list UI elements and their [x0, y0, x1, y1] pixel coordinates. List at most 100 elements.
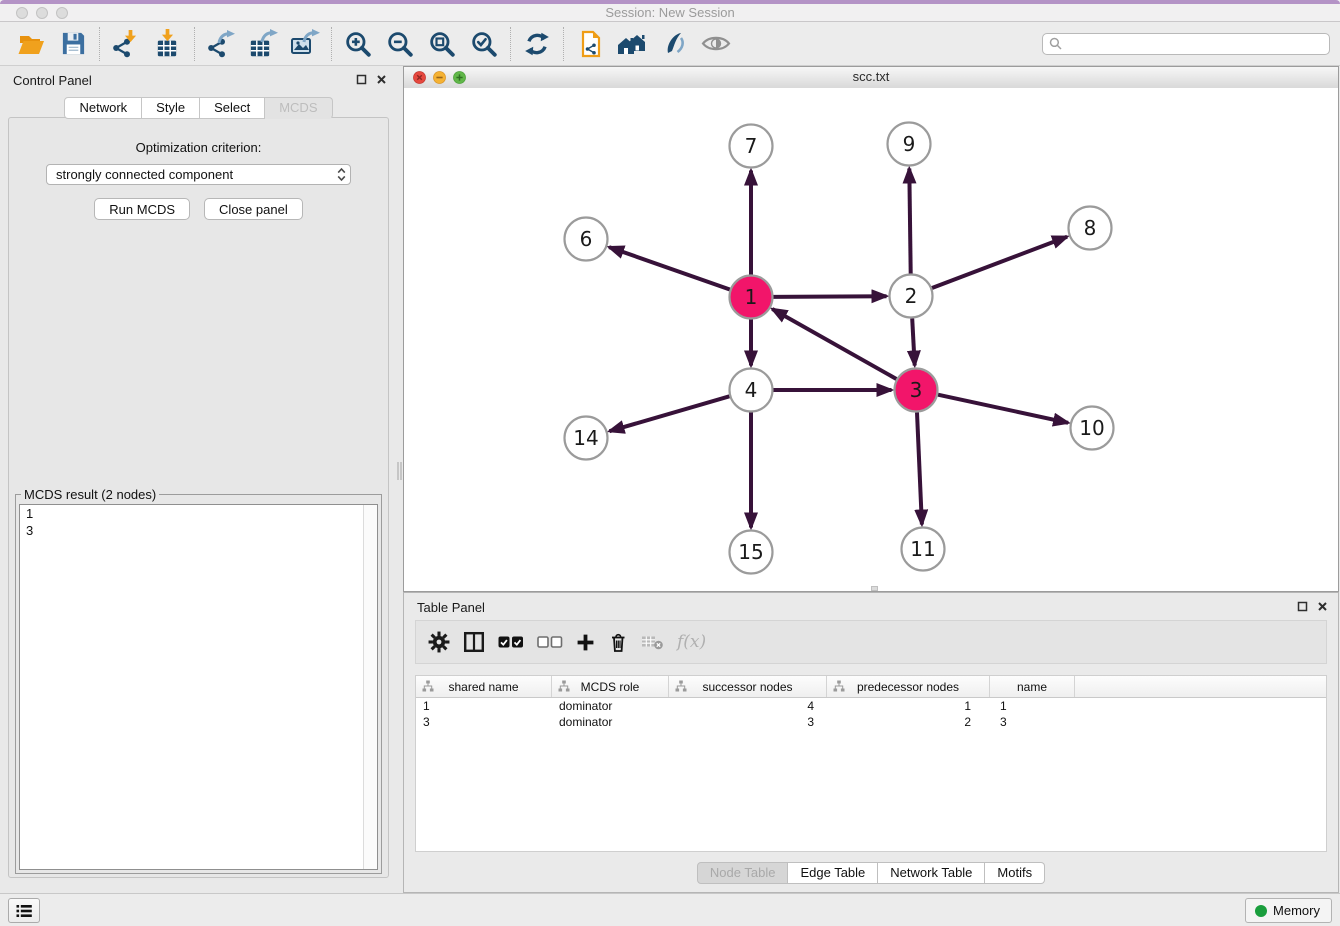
zoom-out-button[interactable]: [379, 25, 421, 63]
function-builder-button[interactable]: f(x): [677, 627, 706, 657]
network-window-titlebar[interactable]: scc.txt: [404, 67, 1338, 89]
close-panel-icon[interactable]: [1317, 601, 1328, 612]
close-panel-button[interactable]: Close panel: [204, 198, 303, 220]
unselect-all-columns-button[interactable]: [537, 627, 563, 657]
eye-button[interactable]: [695, 25, 737, 63]
table-header: shared name MCDS role successor nodes pr…: [416, 676, 1326, 698]
close-network-icon[interactable]: [413, 71, 426, 84]
table-panel-window-controls: [1297, 601, 1328, 612]
column-header-shared-name[interactable]: shared name: [416, 676, 552, 697]
maximize-network-icon[interactable]: [453, 71, 466, 84]
memory-label: Memory: [1273, 903, 1320, 918]
save-button[interactable]: [52, 25, 94, 63]
table-settings-button[interactable]: [428, 627, 450, 657]
cell-predecessor-nodes[interactable]: 1: [827, 699, 990, 713]
save-icon: [60, 30, 87, 57]
float-panel-icon[interactable]: [356, 74, 367, 85]
graph-edge-2-3[interactable]: [912, 319, 915, 366]
graph-edge-3-10[interactable]: [938, 395, 1068, 423]
cell-successor-nodes[interactable]: 4: [669, 699, 827, 713]
search-input[interactable]: [1066, 36, 1323, 52]
tab-network-table[interactable]: Network Table: [878, 862, 985, 884]
tab-node-table[interactable]: Node Table: [697, 862, 789, 884]
table-panel: Table Panel: [403, 592, 1339, 893]
graph-edge-3-1[interactable]: [772, 309, 896, 379]
panel-divider-grip[interactable]: [397, 462, 402, 480]
close-panel-icon[interactable]: [376, 74, 387, 85]
optimization-criterion-select[interactable]: strongly connected component: [46, 164, 351, 185]
window-title: Session: New Session: [0, 5, 1340, 20]
mcds-result-item[interactable]: 1: [20, 505, 377, 522]
cell-mcds-role[interactable]: dominator: [552, 715, 669, 729]
cell-mcds-role[interactable]: dominator: [552, 699, 669, 713]
import-table-button[interactable]: [147, 25, 189, 63]
graph-edge-1-6[interactable]: [609, 247, 730, 289]
graph-edge-2-9[interactable]: [909, 169, 910, 274]
tab-select[interactable]: Select: [200, 97, 265, 119]
toolbar-separator: [194, 27, 195, 61]
zoom-fit-button[interactable]: [421, 25, 463, 63]
unchecked-boxes-icon: [537, 635, 563, 649]
graph-edge-2-8[interactable]: [932, 237, 1067, 288]
export-image-button[interactable]: [284, 25, 326, 63]
column-label: name: [1017, 680, 1047, 694]
zoom-fit-icon: [428, 30, 456, 58]
delete-column-button[interactable]: [608, 627, 628, 657]
export-network-button[interactable]: [200, 25, 242, 63]
tab-motifs[interactable]: Motifs: [985, 862, 1045, 884]
paintbrush-button[interactable]: [653, 25, 695, 63]
mcds-result-list[interactable]: 1 3: [19, 504, 378, 870]
minimize-network-icon[interactable]: [433, 71, 446, 84]
clone-network-icon: [576, 30, 604, 58]
delete-table-button[interactable]: [641, 627, 664, 657]
graph-edge-3-11[interactable]: [917, 413, 922, 525]
select-arrows-icon: [337, 167, 346, 182]
column-header-predecessor-nodes[interactable]: predecessor nodes: [827, 676, 990, 697]
mcds-result-item[interactable]: 3: [20, 522, 377, 539]
export-table-button[interactable]: [242, 25, 284, 63]
show-column-panel-button[interactable]: [463, 627, 485, 657]
table-row[interactable]: 3 dominator 3 2 3: [416, 714, 1326, 730]
status-bar: Memory: [0, 893, 1340, 926]
cell-shared-name[interactable]: 3: [416, 715, 552, 729]
cell-successor-nodes[interactable]: 3: [669, 715, 827, 729]
zoom-selected-icon: [470, 30, 498, 58]
tab-network[interactable]: Network: [64, 97, 142, 119]
tab-style[interactable]: Style: [142, 97, 200, 119]
toolbar-separator: [510, 27, 511, 61]
memory-button[interactable]: Memory: [1245, 898, 1332, 923]
open-button[interactable]: [10, 25, 52, 63]
tab-edge-table[interactable]: Edge Table: [788, 862, 878, 884]
cell-predecessor-nodes[interactable]: 2: [827, 715, 990, 729]
column-header-successor-nodes[interactable]: successor nodes: [669, 676, 827, 697]
zoom-in-button[interactable]: [337, 25, 379, 63]
float-panel-icon[interactable]: [1297, 601, 1308, 612]
zoom-in-icon: [344, 30, 372, 58]
clone-network-button[interactable]: [569, 25, 611, 63]
cell-shared-name[interactable]: 1: [416, 699, 552, 713]
show-panels-button[interactable]: [8, 898, 40, 923]
column-header-mcds-role[interactable]: MCDS role: [552, 676, 669, 697]
cell-name[interactable]: 1: [990, 699, 1075, 713]
import-network-button[interactable]: [105, 25, 147, 63]
result-scrollbar[interactable]: [363, 505, 377, 869]
column-label: MCDS role: [581, 680, 640, 694]
houses-button[interactable]: [611, 25, 653, 63]
mcds-tab-content: Optimization criterion: strongly connect…: [8, 117, 389, 878]
table-row[interactable]: 1 dominator 4 1 1: [416, 698, 1326, 714]
graph-node-label-11: 11: [910, 537, 935, 561]
column-header-name[interactable]: name: [990, 676, 1075, 697]
network-canvas[interactable]: 7968124314101511: [404, 88, 1338, 591]
import-table-icon: [153, 29, 183, 59]
graph-edge-1-2[interactable]: [774, 296, 887, 297]
refresh-button[interactable]: [516, 25, 558, 63]
window-resize-grip[interactable]: [871, 586, 878, 591]
zoom-selected-button[interactable]: [463, 25, 505, 63]
graph-edge-4-14[interactable]: [610, 396, 730, 431]
tab-mcds[interactable]: MCDS: [265, 97, 332, 119]
create-column-button[interactable]: [576, 627, 595, 657]
search-box[interactable]: [1042, 33, 1330, 55]
select-all-columns-button[interactable]: [498, 627, 524, 657]
cell-name[interactable]: 3: [990, 715, 1075, 729]
run-mcds-button[interactable]: Run MCDS: [94, 198, 190, 220]
